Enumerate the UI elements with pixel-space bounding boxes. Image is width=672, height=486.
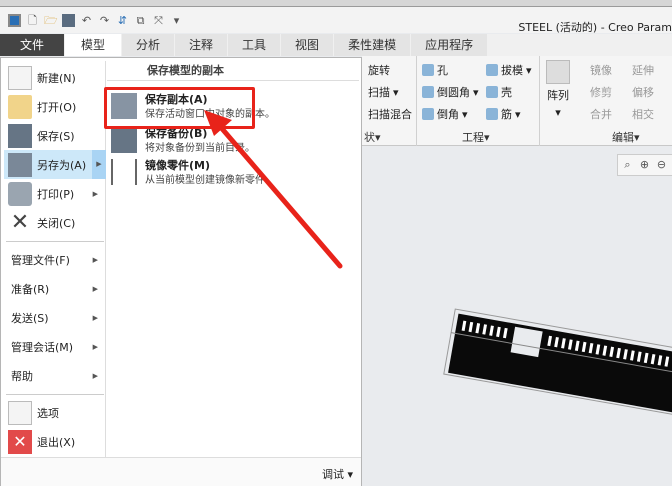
highlight-box [104,87,255,129]
debug-button[interactable]: 调试 ▾ [322,466,353,482]
file-menu-commands: 新建(N) 打开(O) 保存(S) 另存为(A) ▶ 打印(P) ▶ ✕ 关闭(C) … [4,61,106,457]
menu-item-close[interactable]: ✕ 关闭(C) [4,208,106,237]
exit-icon: ✕ [8,429,32,454]
menu-item-manage-file[interactable]: 管理文件(F) ▶ [4,245,106,274]
new-file-icon [8,65,32,90]
menu-item-prepare[interactable]: 准备(R) ▶ [4,274,106,303]
submenu-header: 保存模型的副本 [107,61,359,81]
file-menu-footer: 调试 ▾ [1,457,361,486]
menu-item-help[interactable]: 帮助 ▶ [4,361,106,390]
menu-item-print[interactable]: 打印(P) ▶ [4,179,106,208]
submenu-arrow-icon: ▶ [92,150,106,179]
submenu-item-mirror-part[interactable]: 镜像零件(M) 从当前模型创建镜像新零件 [107,155,359,189]
menu-item-options[interactable]: 选项 [4,398,106,427]
menu-item-open[interactable]: 打开(O) [4,92,106,121]
submenu-arrow-icon: ▶ [92,189,98,198]
menu-item-new[interactable]: 新建(N) [4,63,106,92]
save-backup-icon [111,127,137,153]
mirror-part-icon [111,159,137,185]
menu-item-manage-session[interactable]: 管理会话(M) ▶ [4,332,106,361]
print-icon [8,181,32,206]
save-icon [8,123,32,148]
open-folder-icon [8,94,32,119]
menu-item-send[interactable]: 发送(S) ▶ [4,303,106,332]
menu-item-save[interactable]: 保存(S) [4,121,106,150]
menu-item-exit[interactable]: ✕ 退出(X) [4,427,106,456]
options-icon [8,400,32,425]
menu-item-save-as[interactable]: 另存为(A) ▶ [4,150,106,179]
close-icon: ✕ [10,209,30,235]
save-as-icon [8,152,32,177]
